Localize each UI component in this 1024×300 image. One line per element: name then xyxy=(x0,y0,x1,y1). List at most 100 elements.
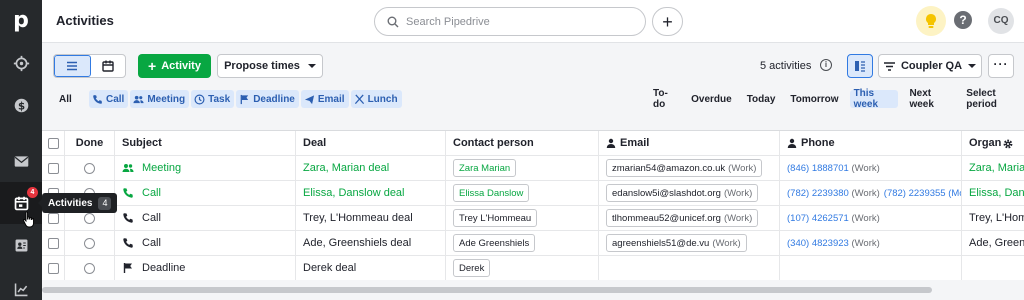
sidebar-item-deals[interactable]: $ xyxy=(0,84,42,126)
checkbox[interactable] xyxy=(47,237,59,249)
contact-tag[interactable]: Zara Marian xyxy=(453,159,517,177)
email-cell[interactable]: zmarian54@amazon.co.uk (Work) xyxy=(599,156,780,180)
organization-link[interactable]: Trey, L'Homm xyxy=(969,212,1024,224)
gear-icon[interactable] xyxy=(1002,138,1014,150)
pipedrive-logo[interactable]: p xyxy=(0,0,42,42)
organization-cell[interactable]: Zara, Marian xyxy=(962,156,1024,180)
checkbox[interactable] xyxy=(47,162,59,174)
organization-cell[interactable]: Elissa, Dansl xyxy=(962,181,1024,205)
done-radio[interactable] xyxy=(84,262,95,274)
deal-cell[interactable]: Zara, Marian deal xyxy=(296,156,446,180)
subject-cell[interactable]: Deadline xyxy=(115,256,296,280)
phone-cell[interactable] xyxy=(780,256,962,280)
col-deal[interactable]: Deal xyxy=(296,131,446,155)
organization-cell[interactable] xyxy=(962,256,1024,280)
chip-task[interactable]: Task xyxy=(191,90,235,108)
help-button[interactable]: ? xyxy=(954,11,972,29)
email-cell[interactable]: agreenshiels51@de.vu (Work) xyxy=(599,231,780,255)
sidebar-item-insights[interactable] xyxy=(0,268,42,300)
chip-deadline[interactable]: Deadline xyxy=(236,90,299,108)
quick-add-button[interactable]: + xyxy=(652,7,683,36)
add-activity-button[interactable]: + Activity xyxy=(138,54,211,78)
scrollbar-thumb[interactable] xyxy=(42,287,932,293)
phone-link[interactable]: (107) 4262571 (Work) xyxy=(787,213,880,224)
contact-tag[interactable]: Elissa Danslow xyxy=(453,184,530,202)
deal-cell[interactable]: Ade, Greenshiels deal xyxy=(296,231,446,255)
row-select[interactable] xyxy=(42,231,65,255)
subject-text[interactable]: Deadline xyxy=(142,262,185,274)
table-row[interactable]: Meeting Zara, Marian deal Zara Marian zmari… xyxy=(42,156,1024,181)
email-cell[interactable]: edanslow5i@slashdot.org (Work) xyxy=(599,181,780,205)
filter-dropdown[interactable]: Coupler QA xyxy=(878,54,982,78)
propose-times-button[interactable]: Propose times xyxy=(217,54,323,78)
checkbox[interactable] xyxy=(47,262,59,274)
email-tag[interactable]: tlhommeau52@unicef.org (Work) xyxy=(606,209,759,227)
period-overdue[interactable]: Overdue xyxy=(687,90,736,108)
row-select[interactable] xyxy=(42,256,65,280)
organization-cell[interactable]: Trey, L'Homm xyxy=(962,206,1024,230)
period-next-week[interactable]: Next week xyxy=(905,88,955,110)
contact-tag[interactable]: Derek xyxy=(453,259,491,277)
horizontal-scrollbar[interactable] xyxy=(42,281,1024,300)
col-contact-person[interactable]: Contact person xyxy=(446,131,599,155)
done-cell[interactable] xyxy=(65,231,115,255)
email-tag[interactable]: agreenshiels51@de.vu (Work) xyxy=(606,234,747,252)
contact-cell[interactable]: Derek xyxy=(446,256,599,280)
deal-cell[interactable]: Derek deal xyxy=(296,256,446,280)
subject-cell[interactable]: Call xyxy=(115,206,296,230)
organization-link[interactable]: Zara, Marian xyxy=(969,162,1024,174)
table-row[interactable]: Call Elissa, Danslow deal Elissa Danslow ed… xyxy=(42,181,1024,206)
period-tomorrow[interactable]: Tomorrow xyxy=(786,90,842,108)
table-row[interactable]: Call Trey, L'Hommeau deal Trey L'Hommeau tl… xyxy=(42,206,1024,231)
table-row[interactable]: Deadline Derek deal Derek xyxy=(42,256,1024,280)
subject-text[interactable]: Call xyxy=(142,187,161,199)
split-view-button[interactable] xyxy=(847,54,873,78)
phone-cell[interactable]: (340) 4823923 (Work) xyxy=(780,231,962,255)
calendar-view-button[interactable] xyxy=(91,55,126,77)
contact-cell[interactable]: Elissa Danslow xyxy=(446,181,599,205)
done-cell[interactable] xyxy=(65,256,115,280)
done-radio[interactable] xyxy=(84,212,95,224)
chip-email[interactable]: Email xyxy=(300,90,349,108)
deal-link[interactable]: Derek deal xyxy=(303,262,356,274)
email-cell[interactable] xyxy=(599,256,780,280)
col-done[interactable]: Done xyxy=(65,131,115,155)
contact-cell[interactable]: Zara Marian xyxy=(446,156,599,180)
subject-cell[interactable]: Call xyxy=(115,231,296,255)
row-select[interactable] xyxy=(42,156,65,180)
deal-cell[interactable]: Trey, L'Hommeau deal xyxy=(296,206,446,230)
email-cell[interactable]: tlhommeau52@unicef.org (Work) xyxy=(599,206,780,230)
deal-link[interactable]: Trey, L'Hommeau deal xyxy=(303,212,413,224)
subject-text[interactable]: Call xyxy=(142,237,161,249)
phone-link[interactable]: (782) 2239380 (Work) xyxy=(787,188,880,199)
subject-text[interactable]: Call xyxy=(142,212,161,224)
table-row[interactable]: Call Ade, Greenshiels deal Ade Greenshiels… xyxy=(42,231,1024,256)
col-organization[interactable]: Organ xyxy=(962,131,1024,155)
sidebar-item-mail[interactable] xyxy=(0,140,42,182)
email-tag[interactable]: zmarian54@amazon.co.uk (Work) xyxy=(606,159,763,177)
contact-tag[interactable]: Ade Greenshiels xyxy=(453,234,536,252)
phone-link[interactable]: (340) 4823923 (Work) xyxy=(787,238,880,249)
email-tag[interactable]: edanslow5i@slashdot.org (Work) xyxy=(606,184,759,202)
sidebar-item-contacts[interactable] xyxy=(0,224,42,266)
done-radio[interactable] xyxy=(84,162,95,174)
col-phone[interactable]: Phone xyxy=(780,131,962,155)
phone-cell[interactable]: (107) 4262571 (Work) xyxy=(780,206,962,230)
phone-link-secondary[interactable]: (782) 2239355 (Mobil xyxy=(884,188,961,199)
chip-meeting[interactable]: Meeting xyxy=(130,90,190,108)
col-subject[interactable]: Subject xyxy=(115,131,296,155)
chip-call[interactable]: Call xyxy=(89,90,129,108)
period-this-week[interactable]: This week xyxy=(849,88,899,110)
subject-cell[interactable]: Meeting xyxy=(115,156,296,180)
done-radio[interactable] xyxy=(84,237,95,249)
period-todo[interactable]: To-do xyxy=(649,88,680,110)
deal-link[interactable]: Elissa, Danslow deal xyxy=(303,187,405,199)
done-cell[interactable] xyxy=(65,156,115,180)
filter-all[interactable]: All xyxy=(59,94,72,105)
more-options-button[interactable]: ··· xyxy=(988,54,1014,78)
subject-text[interactable]: Meeting xyxy=(142,162,181,174)
checkbox[interactable] xyxy=(47,212,59,224)
contact-tag[interactable]: Trey L'Hommeau xyxy=(453,209,538,227)
phone-link[interactable]: (846) 1888701 (Work) xyxy=(787,163,880,174)
contact-cell[interactable]: Trey L'Hommeau xyxy=(446,206,599,230)
